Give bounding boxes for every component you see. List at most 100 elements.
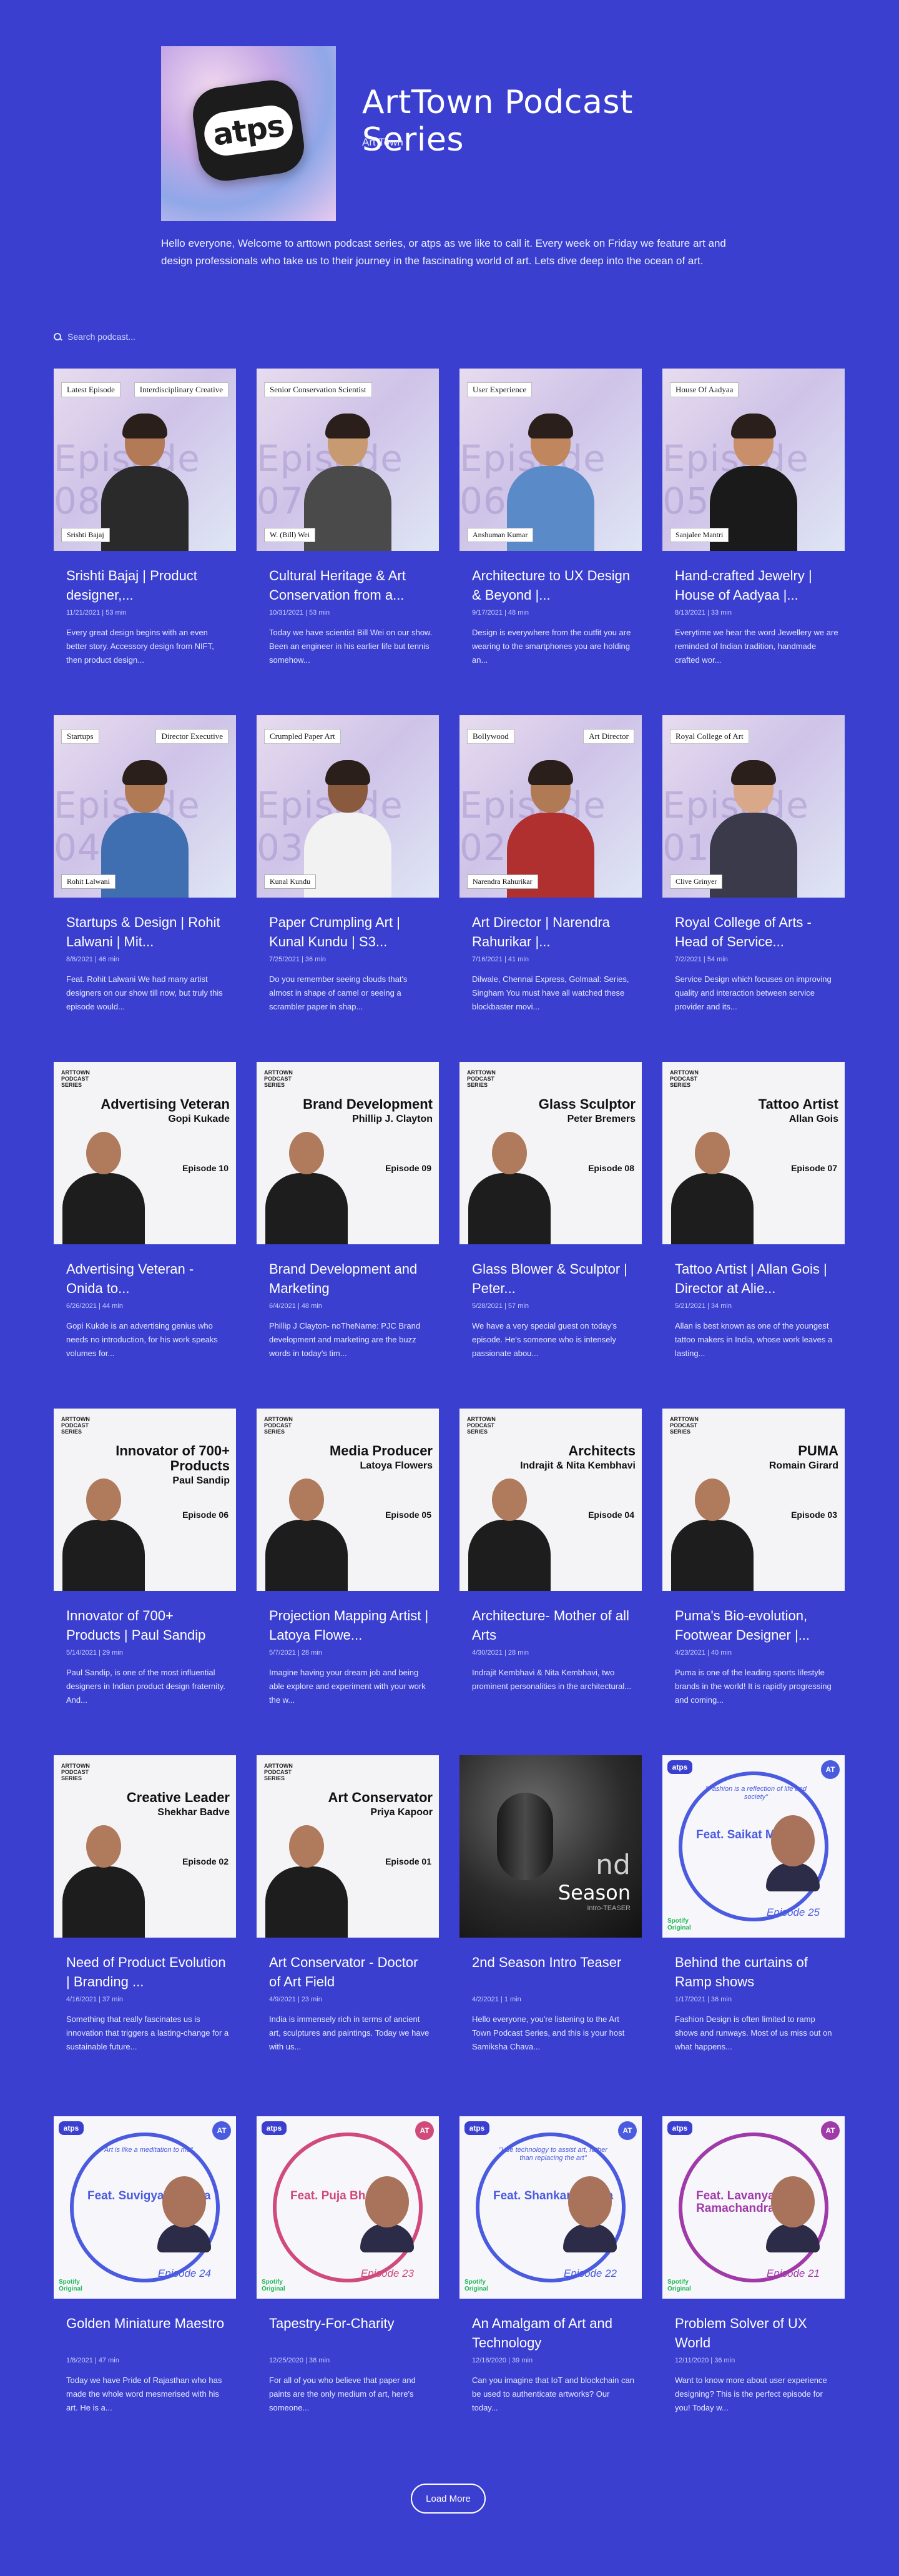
- search-bar[interactable]: [54, 331, 256, 342]
- episode-title[interactable]: Art Conservator - Doctor of Art Field: [269, 1953, 433, 1991]
- episode-thumbnail[interactable]: ARTTOWN PODCAST SERIES Glass Sculptor Peter …: [459, 1062, 642, 1244]
- episode-card[interactable]: Episode 04 Startups Director Executive Rohi…: [54, 715, 236, 1040]
- episode-title[interactable]: Behind the curtains of Ramp shows: [675, 1953, 838, 1991]
- episode-thumbnail[interactable]: Episode 05 House Of Aadyaa Sanjalee Mantri: [662, 369, 845, 551]
- episode-description: Indrajit Kembhavi & Nita Kembhavi, two p…: [472, 1668, 632, 1691]
- episode-card[interactable]: ARTTOWN PODCAST SERIES Creative Leader Shekh…: [54, 1755, 236, 2080]
- episode-title[interactable]: Royal College of Arts - Head of Service.…: [675, 913, 838, 951]
- episode-card[interactable]: nd Season Intro-TEASER 2nd Season Intro Tea…: [459, 1755, 642, 2080]
- episode-card[interactable]: Episode 07 Senior Conservation Scientist W…: [257, 369, 439, 693]
- search-input[interactable]: [66, 331, 256, 342]
- episode-description: Can you imagine that IoT and blockchain …: [472, 2375, 634, 2412]
- episode-thumbnail[interactable]: Episode 06 User Experience Anshuman Kumar: [459, 369, 642, 551]
- episode-thumbnail[interactable]: Episode 04 Startups Director Executive Rohi…: [54, 715, 236, 898]
- episode-title[interactable]: Golden Miniature Maestro: [66, 2314, 230, 2333]
- episode-title[interactable]: Brand Development and Marketing: [269, 1259, 433, 1298]
- episode-title[interactable]: Paper Crumpling Art | Kunal Kundu | S3..…: [269, 913, 433, 951]
- episode-card[interactable]: Episode 03 Crumpled Paper Art Kunal Kundu P…: [257, 715, 439, 1040]
- episode-title[interactable]: Advertising Veteran - Onida to...: [66, 1259, 230, 1298]
- episode-title[interactable]: Architecture- Mother of all Arts: [472, 1606, 636, 1645]
- episode-card[interactable]: ARTTOWN PODCAST SERIES Media Producer Latoya…: [257, 1409, 439, 1733]
- episode-title[interactable]: Startups & Design | Rohit Lalwani | Mit.…: [66, 913, 230, 951]
- episode-description: Feat. Rohit Lalwani We had many artist d…: [66, 974, 223, 1011]
- episode-title[interactable]: Architecture to UX Design & Beyond |...: [472, 566, 636, 605]
- episode-card[interactable]: Episode 05 House Of Aadyaa Sanjalee Mantri…: [662, 369, 845, 693]
- episode-title[interactable]: An Amalgam of Art and Technology: [472, 2314, 636, 2352]
- episode-thumbnail[interactable]: Episode 01 Royal College of Art Clive Grin…: [662, 715, 845, 898]
- thumbnail-tag-secondary: Art Director: [583, 729, 634, 744]
- episode-thumbnail[interactable]: ARTTOWN PODCAST SERIES Architects Indrajit &…: [459, 1409, 642, 1591]
- episode-title[interactable]: Puma's Bio-evolution, Footwear Designer …: [675, 1606, 838, 1645]
- episode-card[interactable]: atps AT "Fashion is a reflection of life a…: [662, 1755, 845, 2080]
- episode-title[interactable]: Glass Blower & Sculptor | Peter...: [472, 1259, 636, 1298]
- episode-title[interactable]: Art Director | Narendra Rahurikar |...: [472, 913, 636, 951]
- episode-date: 8/8/2021: [66, 956, 93, 963]
- episode-card[interactable]: Episode 08 Latest Episode Interdisciplinar…: [54, 369, 236, 693]
- episode-thumbnail[interactable]: atps AT Feat. Lavanya Ramachandran Episode …: [662, 2116, 845, 2299]
- episode-thumbnail[interactable]: ARTTOWN PODCAST SERIES Art Conservator Priya…: [257, 1755, 439, 1938]
- episode-card[interactable]: atps AT Feat. Puja Bhakoo Episode 23 Spotify…: [257, 2116, 439, 2441]
- episode-thumbnail[interactable]: Episode 03 Crumpled Paper Art Kunal Kundu: [257, 715, 439, 898]
- episode-thumbnail[interactable]: ARTTOWN PODCAST SERIES Brand Development Phi…: [257, 1062, 439, 1244]
- episode-card[interactable]: atps AT Feat. Lavanya Ramachandran Episode …: [662, 2116, 845, 2441]
- episode-title[interactable]: Innovator of 700+ Products | Paul Sandip: [66, 1606, 230, 1645]
- episode-card[interactable]: atps AT "Use technology to assist art, rat…: [459, 2116, 642, 2441]
- episode-thumbnail[interactable]: Episode 07 Senior Conservation Scientist W…: [257, 369, 439, 551]
- spotify-logo: Spotify Original: [59, 2279, 82, 2292]
- episode-description: Every great design begins with an even b…: [66, 628, 214, 665]
- episode-card[interactable]: Episode 06 User Experience Anshuman Kumar A…: [459, 369, 642, 693]
- episode-meta: 10/31/2021 | 53 min: [269, 609, 330, 617]
- episode-card[interactable]: ARTTOWN PODCAST SERIES Art Conservator Priya…: [257, 1755, 439, 2080]
- episode-thumbnail[interactable]: atps AT "Fashion is a reflection of life a…: [662, 1755, 845, 1938]
- thumbnail-tag: User Experience: [467, 382, 533, 397]
- episode-card[interactable]: ARTTOWN PODCAST SERIES Architects Indrajit &…: [459, 1409, 642, 1733]
- episode-thumbnail[interactable]: nd Season Intro-TEASER: [459, 1755, 642, 1938]
- episode-title[interactable]: Need of Product Evolution | Branding ...: [66, 1953, 230, 1991]
- episode-card[interactable]: ARTTOWN PODCAST SERIES Glass Sculptor Peter …: [459, 1062, 642, 1387]
- poster-headline-text: Architects: [568, 1443, 636, 1459]
- episode-title[interactable]: Cultural Heritage & Art Conservation fro…: [269, 566, 433, 605]
- episode-title[interactable]: Problem Solver of UX World: [675, 2314, 838, 2352]
- poster-guest-name: Priya Kapoor: [370, 1807, 433, 1818]
- episode-thumbnail[interactable]: ARTTOWN PODCAST SERIES Innovator of 700+ Pr…: [54, 1409, 236, 1591]
- episode-date: 7/16/2021: [472, 956, 503, 963]
- episode-thumbnail[interactable]: atps AT "Use technology to assist art, rat…: [459, 2116, 642, 2299]
- episode-thumbnail[interactable]: ARTTOWN PODCAST SERIES PUMA Romain Girard Epi…: [662, 1409, 845, 1591]
- guest-photo: [669, 1479, 756, 1591]
- episode-date: 1/8/2021: [66, 2357, 93, 2364]
- poster-guest-name: Phillip J. Clayton: [352, 1114, 433, 1124]
- episode-card[interactable]: ARTTOWN PODCAST SERIES Tattoo Artist Allan G…: [662, 1062, 845, 1387]
- episode-title[interactable]: Projection Mapping Artist | Latoya Flowe…: [269, 1606, 433, 1645]
- episode-card[interactable]: ARTTOWN PODCAST SERIES Advertising Veteran G…: [54, 1062, 236, 1387]
- episode-card[interactable]: atps AT "Art is like a meditation to me" Fe…: [54, 2116, 236, 2441]
- episode-thumbnail[interactable]: atps AT "Art is like a meditation to me" Fe…: [54, 2116, 236, 2299]
- episode-title[interactable]: Srishti Bajaj | Product designer,...: [66, 566, 230, 605]
- episode-thumbnail[interactable]: ARTTOWN PODCAST SERIES Tattoo Artist Allan G…: [662, 1062, 845, 1244]
- episode-card[interactable]: ARTTOWN PODCAST SERIES PUMA Romain Girard Epi…: [662, 1409, 845, 1733]
- episode-card[interactable]: ARTTOWN PODCAST SERIES Innovator of 700+ Pr…: [54, 1409, 236, 1733]
- episode-card[interactable]: Episode 01 Royal College of Art Clive Grin…: [662, 715, 845, 1040]
- episode-thumbnail[interactable]: ARTTOWN PODCAST SERIES Media Producer Latoya…: [257, 1409, 439, 1591]
- episode-description: Paul Sandip, is one of the most influent…: [66, 1668, 225, 1705]
- poster-episode-number: Episode 08: [588, 1163, 634, 1173]
- episode-thumbnail[interactable]: atps AT Feat. Puja Bhakoo Episode 23 Spotify…: [257, 2116, 439, 2299]
- episode-title[interactable]: 2nd Season Intro Teaser: [472, 1953, 636, 1972]
- at-badge: AT: [212, 2121, 231, 2140]
- episode-duration: 57 min: [508, 1302, 529, 1310]
- search-icon[interactable]: [54, 333, 61, 340]
- episode-thumbnail[interactable]: Episode 08 Latest Episode Interdisciplinar…: [54, 369, 236, 551]
- episode-title[interactable]: Tattoo Artist | Allan Gois | Director at…: [675, 1259, 838, 1298]
- episode-card[interactable]: Episode 02 Bollywood Art Director Narendra …: [459, 715, 642, 1040]
- episode-card[interactable]: ARTTOWN PODCAST SERIES Brand Development Phi…: [257, 1062, 439, 1387]
- season-teaser-text: nd Season Intro-TEASER: [558, 1849, 631, 1912]
- episode-meta: 7/2/2021 | 54 min: [675, 956, 728, 963]
- episode-thumbnail[interactable]: ARTTOWN PODCAST SERIES Creative Leader Shekh…: [54, 1755, 236, 1938]
- poster-headline: Architects Indrajit & Nita Kembhavi: [504, 1444, 636, 1474]
- poster-episode-number: Episode 05: [385, 1510, 431, 1520]
- episode-thumbnail[interactable]: ARTTOWN PODCAST SERIES Advertising Veteran G…: [54, 1062, 236, 1244]
- episode-title[interactable]: Tapestry-For-Charity: [269, 2314, 433, 2333]
- episode-title[interactable]: Hand-crafted Jewelry | House of Aadyaa |…: [675, 566, 838, 605]
- guest-photo: [60, 1132, 147, 1244]
- episode-thumbnail[interactable]: Episode 02 Bollywood Art Director Narendra …: [459, 715, 642, 898]
- load-more-button[interactable]: Load More: [411, 2484, 486, 2514]
